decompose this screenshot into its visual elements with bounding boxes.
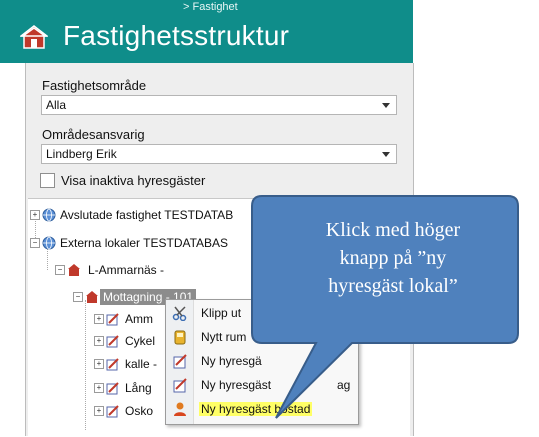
tree-node-label: Amm (125, 312, 153, 326)
collapse-icon[interactable]: − (55, 265, 65, 275)
inactive-checkbox[interactable] (40, 173, 55, 188)
tree-node-label: kalle - (125, 357, 158, 371)
lease-icon (173, 354, 187, 369)
lease-icon (106, 313, 119, 326)
tree-node-label: Externa lokaler TESTDATABAS (60, 236, 229, 250)
room-icon (174, 330, 186, 345)
lease-icon (106, 382, 119, 395)
area-select[interactable]: Alla (41, 95, 397, 115)
page-title: Fastighetsstruktur (63, 20, 290, 51)
expand-icon[interactable]: + (94, 359, 104, 369)
person-icon (174, 402, 186, 416)
area-select-value: Alla (46, 98, 67, 112)
menu-item-label: Klipp ut (201, 306, 242, 320)
breadcrumb[interactable]: > Fastighet (183, 1, 238, 13)
callout-line: knapp på ”ny (339, 247, 447, 269)
house-icon (86, 291, 98, 303)
callout-text: Klick med höger knapp på ”ny hyresgäst l… (262, 216, 524, 300)
menu-item-label: Nytt rum (201, 330, 247, 344)
chevron-down-icon (382, 152, 390, 157)
context-menu: Klipp ut Nytt rum Ny hyresgä Ny hyresgäs… (165, 299, 359, 425)
app-header: > Fastighet Fastighetsstruktur (0, 0, 413, 63)
callout-line: Klick med höger (325, 219, 461, 241)
menu-item-new-tenant-residence[interactable]: Ny hyresgäst bostad (166, 398, 358, 421)
manager-select[interactable]: Lindberg Erik (41, 144, 397, 164)
scissors-icon (172, 306, 187, 321)
tree-node-label: L-Ammarnäs - (88, 263, 165, 277)
lease-icon (106, 358, 119, 371)
menu-item-cut[interactable]: Klipp ut (166, 302, 358, 325)
expand-icon[interactable]: + (94, 406, 104, 416)
tree-line (85, 300, 86, 430)
menu-item-label: Ny hyresgäst (201, 378, 272, 392)
house-icon (20, 25, 48, 49)
expand-icon[interactable]: + (30, 210, 40, 220)
expand-icon[interactable]: + (94, 383, 104, 393)
menu-item-new-tenant-premises[interactable]: Ny hyresgäst ag (166, 374, 358, 397)
chevron-down-icon (382, 103, 390, 108)
menu-item-label: Ny hyresgäst bostad (199, 402, 313, 416)
manager-select-value: Lindberg Erik (46, 147, 117, 161)
lease-icon (106, 405, 119, 418)
collapse-icon[interactable]: − (30, 238, 40, 248)
menu-item-label: Ny hyresgä (201, 354, 262, 368)
collapse-icon[interactable]: − (73, 292, 83, 302)
lease-icon (173, 378, 187, 393)
globe-icon (42, 236, 56, 250)
callout-line: hyresgäst lokal” (328, 275, 458, 297)
manager-label: Områdesansvarig (42, 127, 145, 142)
menu-item-label-fragment: ag (337, 378, 351, 392)
house-icon (68, 264, 80, 276)
tree-node-label: Avslutade fastighet TESTDATAB (60, 208, 234, 222)
area-label: Fastighetsområde (42, 78, 147, 93)
expand-icon[interactable]: + (94, 336, 104, 346)
tree-node-label: Cykel (125, 334, 156, 348)
menu-item-new-tenant[interactable]: Ny hyresgä (166, 350, 358, 373)
inactive-label: Visa inaktiva hyresgäster (61, 173, 206, 188)
globe-icon (42, 208, 56, 222)
tree-node-label: Lång (125, 381, 152, 395)
expand-icon[interactable]: + (94, 314, 104, 324)
lease-icon (106, 335, 119, 348)
tree-node-label: Osko (125, 404, 154, 418)
menu-item-new-room[interactable]: Nytt rum (166, 326, 358, 349)
